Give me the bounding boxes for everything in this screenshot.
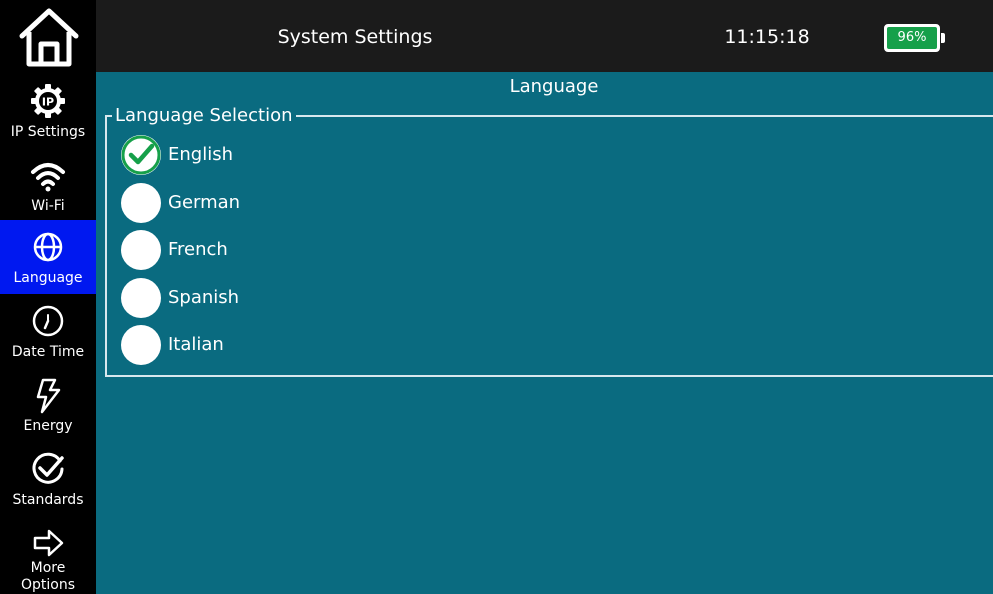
radio-button[interactable] bbox=[121, 230, 161, 270]
clock-icon bbox=[32, 305, 64, 337]
sidebar-item-standards[interactable]: Standards bbox=[0, 442, 96, 516]
language-option-spanish[interactable]: Spanish bbox=[121, 278, 521, 320]
radio-button[interactable] bbox=[121, 135, 161, 175]
sidebar-item-label: Date Time bbox=[11, 344, 85, 360]
option-label: Spanish bbox=[168, 287, 240, 308]
battery-indicator: 96% bbox=[884, 24, 945, 52]
option-label: German bbox=[168, 192, 241, 213]
checkmark-icon bbox=[121, 135, 161, 175]
language-option-french[interactable]: French bbox=[121, 230, 521, 272]
sidebar-item-label: Language bbox=[13, 270, 83, 286]
sidebar-item-wifi[interactable]: Wi-Fi bbox=[0, 148, 96, 222]
battery-nub bbox=[941, 33, 945, 43]
check-circle-icon bbox=[32, 452, 64, 484]
language-option-italian[interactable]: Italian bbox=[121, 325, 521, 367]
main-content: Language Language Selection English Germ… bbox=[96, 72, 993, 594]
language-option-german[interactable]: German bbox=[121, 183, 521, 225]
wifi-icon bbox=[31, 163, 65, 192]
sidebar-item-energy[interactable]: Energy bbox=[0, 368, 96, 442]
option-label: Italian bbox=[168, 334, 224, 355]
option-label: French bbox=[168, 239, 228, 260]
sidebar-item-label: IP Settings bbox=[10, 124, 86, 140]
arrow-right-icon bbox=[33, 529, 64, 557]
top-bar: System Settings 11:15:18 96% bbox=[0, 0, 993, 72]
sidebar-item-more-options[interactable]: More Options bbox=[0, 516, 96, 594]
battery-fill: 96% bbox=[887, 27, 937, 49]
sidebar: IP IP Settings Wi-Fi Language Date Time bbox=[0, 72, 96, 594]
radio-button[interactable] bbox=[121, 325, 161, 365]
sidebar-item-ip-settings[interactable]: IP IP Settings bbox=[0, 74, 96, 148]
group-label: Language Selection bbox=[112, 105, 296, 127]
sidebar-item-label: Energy bbox=[23, 418, 73, 434]
sidebar-item-date-time[interactable]: Date Time bbox=[0, 294, 96, 368]
sidebar-item-language[interactable]: Language bbox=[0, 220, 96, 294]
radio-button[interactable] bbox=[121, 278, 161, 318]
sidebar-item-label: Wi-Fi bbox=[31, 198, 65, 214]
svg-text:IP: IP bbox=[42, 96, 54, 109]
sidebar-item-label-line2: Options bbox=[20, 577, 76, 593]
clock: 11:15:18 bbox=[724, 26, 810, 48]
language-option-english[interactable]: English bbox=[121, 135, 521, 177]
option-label: English bbox=[168, 144, 233, 165]
sidebar-item-label: Standards bbox=[12, 492, 84, 508]
language-selection-group: Language Selection English German French… bbox=[105, 105, 993, 377]
page-title: System Settings bbox=[277, 26, 433, 48]
ip-gear-icon: IP bbox=[31, 84, 65, 118]
section-heading: Language bbox=[509, 76, 599, 97]
home-button[interactable] bbox=[0, 0, 96, 72]
globe-icon bbox=[33, 232, 63, 262]
lightning-icon bbox=[36, 378, 61, 414]
radio-button[interactable] bbox=[121, 183, 161, 223]
home-icon bbox=[19, 8, 79, 67]
sidebar-item-label-line1: More bbox=[30, 560, 66, 576]
